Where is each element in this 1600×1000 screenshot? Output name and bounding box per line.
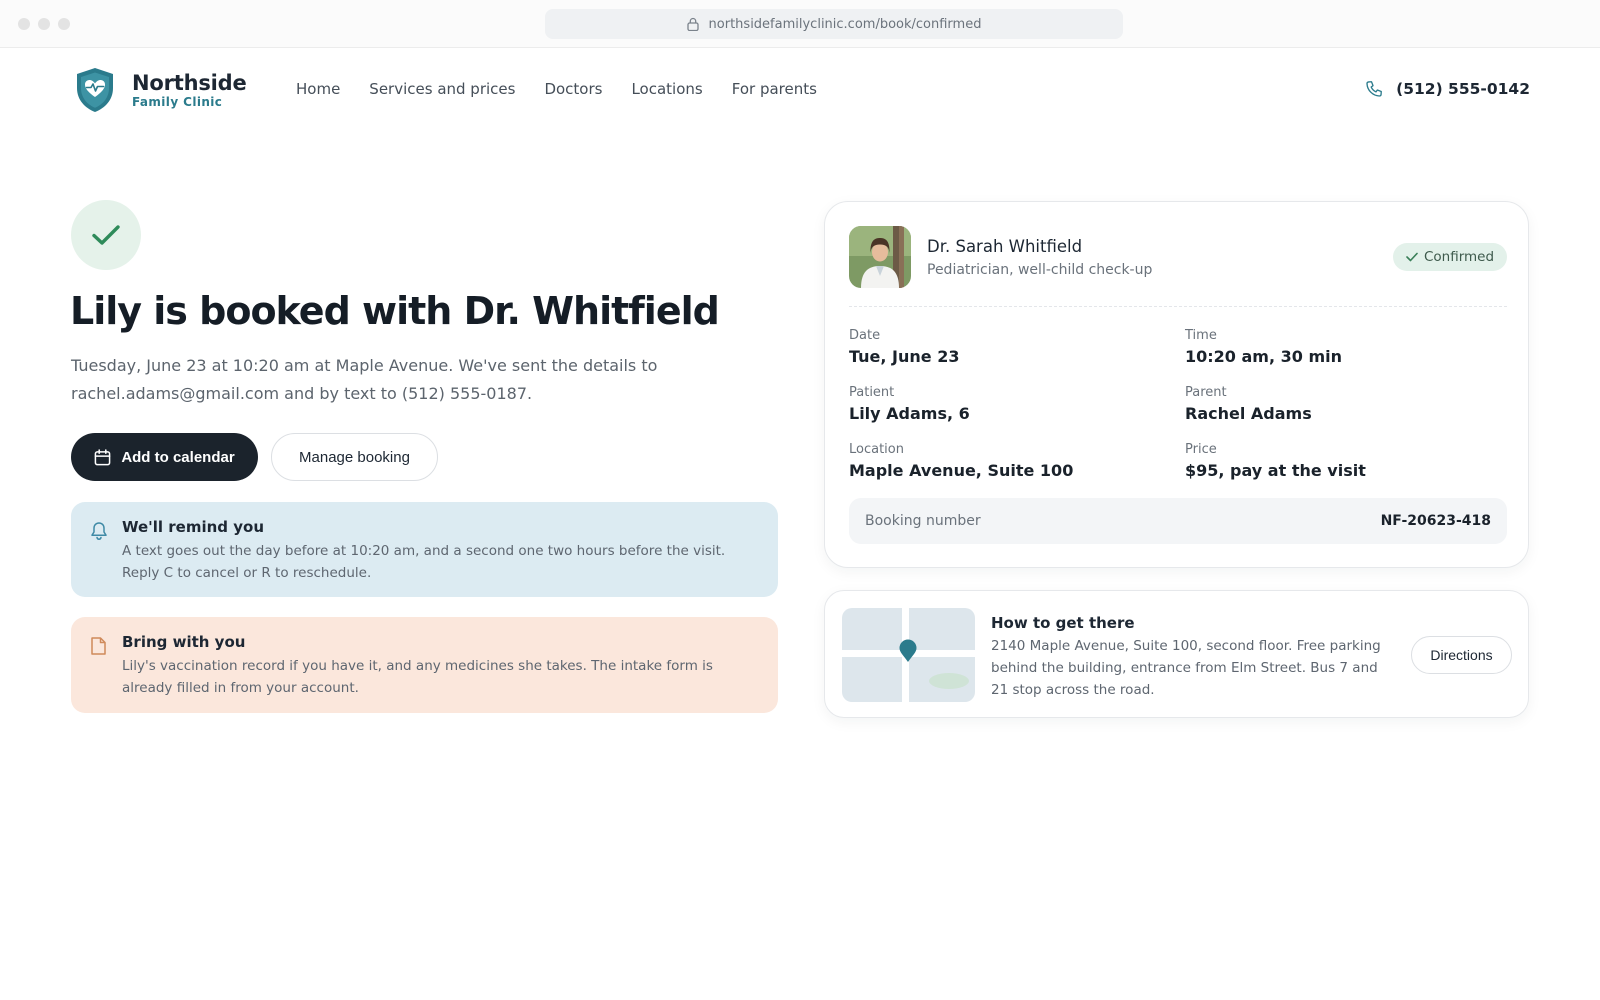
bring-with-you-notice: Bring with you Lily's vaccination record…	[71, 617, 778, 713]
map-thumbnail[interactable]	[842, 608, 975, 702]
phone-number: (512) 555-0142	[1396, 80, 1530, 98]
directions-body: 2140 Maple Avenue, Suite 100, second flo…	[991, 638, 1381, 698]
check-small-icon	[1406, 252, 1418, 262]
bring-body: Lily's vaccination record if you have it…	[122, 658, 713, 696]
window-minimize-dot[interactable]	[38, 18, 50, 30]
window-maximize-dot[interactable]	[58, 18, 70, 30]
confirmation-details: Tuesday, June 23 at 10:20 am at Maple Av…	[71, 356, 658, 403]
booking-number-row: Booking number NF-20623-418	[849, 498, 1507, 544]
nav-locations[interactable]: Locations	[631, 80, 702, 98]
add-to-calendar-button[interactable]: Add to calendar	[71, 433, 258, 481]
success-badge	[71, 200, 141, 270]
time-field: Time 10:20 am, 30 min	[1185, 328, 1342, 366]
add-to-calendar-label: Add to calendar	[121, 448, 235, 466]
url-text: northsidefamilyclinic.com/book/confirmed	[708, 16, 982, 32]
parent-label: Parent	[1185, 385, 1227, 400]
bell-icon	[91, 522, 107, 540]
reminder-title: We'll remind you	[122, 518, 265, 536]
location-label: Location	[849, 442, 904, 457]
parent-value: Rachel Adams	[1185, 404, 1312, 423]
reminder-notice: We'll remind you A text goes out the day…	[71, 502, 778, 597]
reminder-body: A text goes out the day before at 10:20 …	[122, 543, 726, 581]
date-field: Date Tue, June 23	[849, 328, 959, 366]
page-title: Lily is booked with Dr. Whitfield	[70, 289, 720, 333]
main-nav: Home Services and prices Doctors Locatio…	[296, 80, 817, 98]
window-close-dot[interactable]	[18, 18, 30, 30]
checkmark-icon	[92, 225, 120, 245]
price-value: $95, pay at the visit	[1185, 461, 1366, 480]
card-divider	[849, 306, 1507, 307]
patient-value: Lily Adams, 6	[849, 404, 970, 423]
calendar-icon	[94, 448, 111, 465]
clinic-phone-link[interactable]: (512) 555-0142	[1364, 79, 1530, 99]
directions-button[interactable]: Directions	[1411, 636, 1512, 674]
date-value: Tue, June 23	[849, 347, 960, 366]
location-value: Maple Avenue, Suite 100	[849, 461, 1074, 480]
parent-field: Parent Rachel Adams	[1185, 385, 1312, 423]
directions-title: How to get there	[991, 614, 1135, 632]
nav-home[interactable]: Home	[296, 80, 340, 98]
doctor-role: Pediatrician, well-child check-up	[927, 262, 1153, 278]
doctor-avatar	[849, 226, 911, 288]
address-bar[interactable]: northsidefamilyclinic.com/book/confirmed	[545, 9, 1123, 39]
bring-title: Bring with you	[122, 633, 246, 651]
logo-subtitle: Family Clinic	[132, 95, 223, 109]
logo-name: Northside	[132, 71, 247, 95]
status-badge: Confirmed	[1393, 243, 1507, 271]
time-label: Time	[1185, 328, 1217, 343]
price-label: Price	[1185, 442, 1217, 457]
date-label: Date	[849, 328, 881, 343]
nav-doctors[interactable]: Doctors	[544, 80, 602, 98]
clinic-logo[interactable]: Northside Family Clinic	[74, 66, 247, 114]
booking-number-value: NF-20623-418	[1380, 513, 1491, 529]
directions-card: How to get there 2140 Maple Avenue, Suit…	[824, 590, 1529, 718]
document-icon	[91, 637, 106, 655]
location-field: Location Maple Avenue, Suite 100	[849, 442, 1073, 480]
booking-number-label: Booking number	[865, 513, 981, 529]
status-label: Confirmed	[1423, 249, 1495, 265]
browser-chrome: northsidefamilyclinic.com/book/confirmed	[0, 0, 1600, 48]
lock-icon	[686, 17, 699, 31]
price-field: Price $95, pay at the visit	[1185, 442, 1366, 480]
shield-heart-icon	[77, 68, 113, 112]
nav-services-and-prices[interactable]: Services and prices	[369, 80, 515, 98]
manage-booking-button[interactable]: Manage booking	[271, 433, 438, 481]
phone-icon	[1366, 81, 1383, 97]
patient-label: Patient	[849, 385, 895, 400]
appointment-card: Dr. Sarah Whitfield Pediatrician, well-c…	[824, 201, 1529, 568]
patient-field: Patient Lily Adams, 6	[849, 385, 970, 423]
time-value: 10:20 am, 30 min	[1185, 347, 1342, 366]
doctor-name: Dr. Sarah Whitfield	[927, 237, 1083, 256]
nav-for-parents[interactable]: For parents	[732, 80, 817, 98]
